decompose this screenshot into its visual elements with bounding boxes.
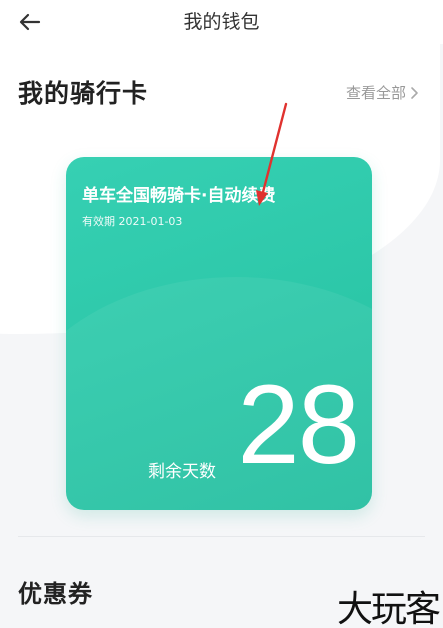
watermark-text: 大玩客 — [336, 589, 441, 628]
chevron-right-icon — [411, 86, 418, 99]
view-all-label: 查看全部 — [345, 84, 406, 102]
card-expiry-date: 有效期 2021-01-03 — [82, 215, 183, 228]
back-arrow-icon — [19, 13, 41, 31]
page-title: 我的钱包 — [183, 11, 260, 33]
ride-card[interactable]: 单车全国畅骑卡·自动续费 有效期 2021-01-03 剩余天数 28 — [66, 157, 372, 510]
wallet-screen: 我的钱包 我的骑行卡 查看全部 单车全国畅骑卡·自动续费 有效期 2021-01… — [0, 0, 443, 628]
remaining-days-label: 剩余天数 — [148, 462, 216, 482]
back-button[interactable] — [14, 8, 46, 36]
card-name: 单车全国畅骑卡·自动续费 — [82, 186, 276, 206]
ride-cards-section-title: 我的骑行卡 — [18, 79, 149, 108]
section-divider — [18, 536, 425, 537]
view-all-link[interactable]: 查看全部 — [346, 82, 419, 103]
remaining-days-value: 28 — [237, 362, 360, 487]
coupons-section-title: 优惠券 — [18, 580, 93, 608]
header-bar: 我的钱包 — [0, 0, 443, 44]
